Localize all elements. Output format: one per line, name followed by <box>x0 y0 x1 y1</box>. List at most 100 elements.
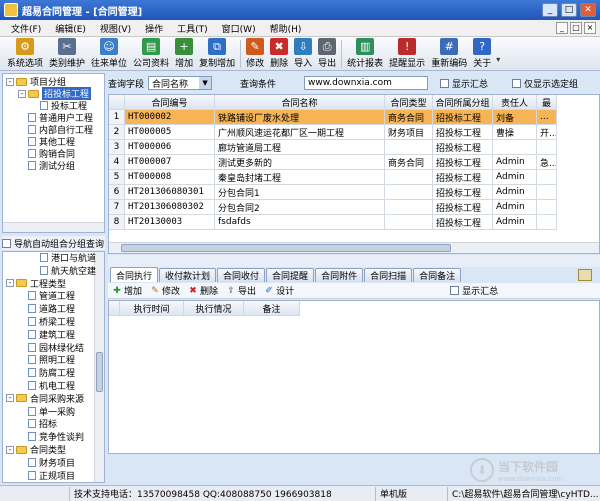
project-group-tree[interactable]: - 项目分组 - 招投标工程 投标工程 普通用户工程 内部自行工程 其他工程 购销合同 测试分组 <box>2 73 105 233</box>
tree-horizontal-scrollbar[interactable] <box>3 222 104 232</box>
table-cell-owner[interactable]: 刘备 <box>493 110 537 125</box>
menu-window[interactable]: 窗口(W) <box>215 22 263 35</box>
table-row[interactable]: 1 HT000002 铁路铺设厂废水处理 商务合同 招投标工程 刘备... <box>109 110 557 125</box>
table-cell-owner[interactable]: Admin <box>493 215 537 230</box>
table-cell-name[interactable]: 廊坊管道局工程 <box>215 140 385 155</box>
tree-node[interactable]: 其他工程 <box>18 136 75 148</box>
table-row[interactable]: 5 HT000008 秦皇岛封堵工程 招投标工程 Admin <box>109 170 557 185</box>
table-cell-extra[interactable] <box>537 185 557 200</box>
table-cell-extra[interactable]: 开... <box>537 125 557 140</box>
table-cell-name[interactable]: 分包合同2 <box>215 200 385 215</box>
table-cell-type[interactable]: 商务合同 <box>385 155 433 170</box>
column-header[interactable]: 执行时间 <box>120 301 184 316</box>
table-cell-group[interactable]: 招投标工程 <box>433 155 493 170</box>
table-cell-code[interactable]: HT000005 <box>125 125 215 140</box>
toolbar-button-report[interactable]: ▥ 统计报表 <box>344 37 386 71</box>
table-cell-owner[interactable]: Admin <box>493 170 537 185</box>
column-header[interactable]: 合同类型 <box>385 95 433 110</box>
contract-grid[interactable]: 合同编号 合同名称 合同类型 合同所属分组 责任人最 1 HT000002 铁路铺设厂废水处理… <box>108 94 600 254</box>
table-cell-type[interactable]: 财务项目 <box>385 125 433 140</box>
table-cell-owner[interactable]: Admin <box>493 185 537 200</box>
close-button[interactable]: ✕ <box>580 3 596 17</box>
table-row[interactable]: 3 HT000006 廊坊管道局工程 招投标工程 <box>109 140 557 155</box>
detail-design-button[interactable]: ✐ 设计 <box>260 284 298 298</box>
tree-node[interactable]: - 合同采购来源 <box>6 393 84 405</box>
tree-node[interactable]: 照明工程 <box>18 354 75 366</box>
table-cell-code[interactable]: HT000007 <box>125 155 215 170</box>
collapse-toggle-icon[interactable]: - <box>6 279 14 288</box>
calendar-icon[interactable] <box>578 269 592 281</box>
table-cell-extra[interactable]: 急... <box>537 155 557 170</box>
table-row[interactable]: 6 HT201306080301 分包合同1 招投标工程 Admin <box>109 185 557 200</box>
column-header[interactable]: 执行情况 <box>184 301 244 316</box>
tree-node[interactable]: 桥梁工程 <box>18 316 75 328</box>
toolbar-button-recode[interactable]: # 重新编码 <box>428 37 470 71</box>
toolbar-button-tools[interactable]: ✂ 类别维护 <box>46 37 88 71</box>
tree-node[interactable]: - 工程类型 <box>6 278 66 290</box>
tab-5[interactable]: 合同扫描 <box>364 268 413 282</box>
table-cell-name[interactable]: 秦皇岛封堵工程 <box>215 170 385 185</box>
toolbar-button-delete[interactable]: ✖ 删除 <box>267 37 291 71</box>
chevron-down-icon[interactable]: ▼ <box>199 77 212 89</box>
minimize-button[interactable]: _ <box>542 3 558 17</box>
detail-delete-button[interactable]: ✖ 删除 <box>184 284 222 298</box>
tree-node[interactable]: 正规项目 <box>18 470 75 482</box>
column-header[interactable]: 合同所属分组 <box>433 95 493 110</box>
auto-group-query-toggle[interactable]: 导航自动组合分组查询 <box>2 236 105 250</box>
table-cell-name[interactable]: 铁路铺设厂废水处理 <box>215 110 385 125</box>
tab-2[interactable]: 合同收付 <box>217 268 266 282</box>
table-cell-type[interactable] <box>385 170 433 185</box>
tree-node[interactable]: 防腐工程 <box>18 367 75 379</box>
tree-node[interactable]: - 项目分组 <box>6 76 66 88</box>
table-cell-name[interactable]: fsdafds <box>215 215 385 230</box>
tree-node[interactable]: 单一采购 <box>18 406 75 418</box>
detail-edit-button[interactable]: ✎ 修改 <box>146 284 184 298</box>
show-summary-checkbox[interactable] <box>440 78 450 88</box>
table-cell-code[interactable]: HT201306080302 <box>125 200 215 215</box>
table-cell-name[interactable]: 分包合同1 <box>215 185 385 200</box>
table-cell-group[interactable]: 招投标工程 <box>433 185 493 200</box>
tree-node[interactable]: - 招投标工程 <box>18 87 92 100</box>
table-row[interactable]: 4 HT000007 测试更多新的 商务合同 招投标工程 Admin 急... <box>109 155 557 170</box>
menu-operation[interactable]: 操作 <box>138 22 170 35</box>
menu-edit[interactable]: 编辑(E) <box>48 22 93 35</box>
query-condition-input[interactable]: www.downxia.com <box>304 76 429 90</box>
menu-view[interactable]: 视图(V) <box>93 22 138 35</box>
mdi-close-button[interactable]: × <box>584 22 596 34</box>
table-cell-type[interactable] <box>385 185 433 200</box>
table-cell-owner[interactable]: 曹操 <box>493 125 537 140</box>
menu-help[interactable]: 帮助(H) <box>263 22 309 35</box>
mdi-restore-button[interactable]: □ <box>570 22 582 34</box>
tab-6[interactable]: 合同备注 <box>413 268 462 282</box>
toolbar-button-copy[interactable]: ⧉ 复制增加 <box>196 37 238 71</box>
tree-node[interactable]: 购销合同 <box>18 148 75 160</box>
toolbar-button-export[interactable]: ⎙ 导出 <box>315 37 339 71</box>
grid-horizontal-scrollbar[interactable] <box>109 242 599 253</box>
tree-node[interactable]: 港口与航道 <box>30 252 96 264</box>
tree-node[interactable]: 园林绿化结 <box>18 342 84 354</box>
tree-node[interactable]: 机电工程 <box>18 380 75 392</box>
toolbar-button-add-user[interactable]: + 增加 <box>172 37 196 71</box>
table-cell-code[interactable]: HT201306080301 <box>125 185 215 200</box>
query-field-select[interactable]: 合同名称 ▼ <box>148 76 213 90</box>
table-cell-type[interactable] <box>385 200 433 215</box>
table-cell-group[interactable]: 招投标工程 <box>433 125 493 140</box>
tab-3[interactable]: 合同提醒 <box>266 268 315 282</box>
toolbar-button-company[interactable]: ▤ 公司资料 <box>130 37 172 71</box>
menu-file[interactable]: 文件(F) <box>4 22 48 35</box>
table-cell-code[interactable]: HT20130003 <box>125 215 215 230</box>
collapse-toggle-icon[interactable]: - <box>6 77 14 86</box>
toolbar-button-settings[interactable]: ⚙ 系统选项 <box>4 37 46 71</box>
column-header[interactable]: 合同编号 <box>125 95 215 110</box>
table-cell-group[interactable]: 招投标工程 <box>433 215 493 230</box>
tab-1[interactable]: 收付款计划 <box>159 268 217 282</box>
detail-summary-checkbox[interactable] <box>450 286 460 295</box>
toolbar-button-contacts[interactable]: ☺ 往来单位 <box>88 37 130 71</box>
table-cell-owner[interactable]: Admin <box>493 200 537 215</box>
selected-group-only-checkbox[interactable] <box>512 78 522 88</box>
tab-4[interactable]: 合同附件 <box>315 268 364 282</box>
execution-grid[interactable]: 执行时间 执行情况 备注 <box>108 300 600 454</box>
tree-node[interactable]: 普通用户工程 <box>18 112 93 124</box>
column-header[interactable]: 备注 <box>244 301 300 316</box>
tree-node[interactable]: 管道工程 <box>18 290 75 302</box>
